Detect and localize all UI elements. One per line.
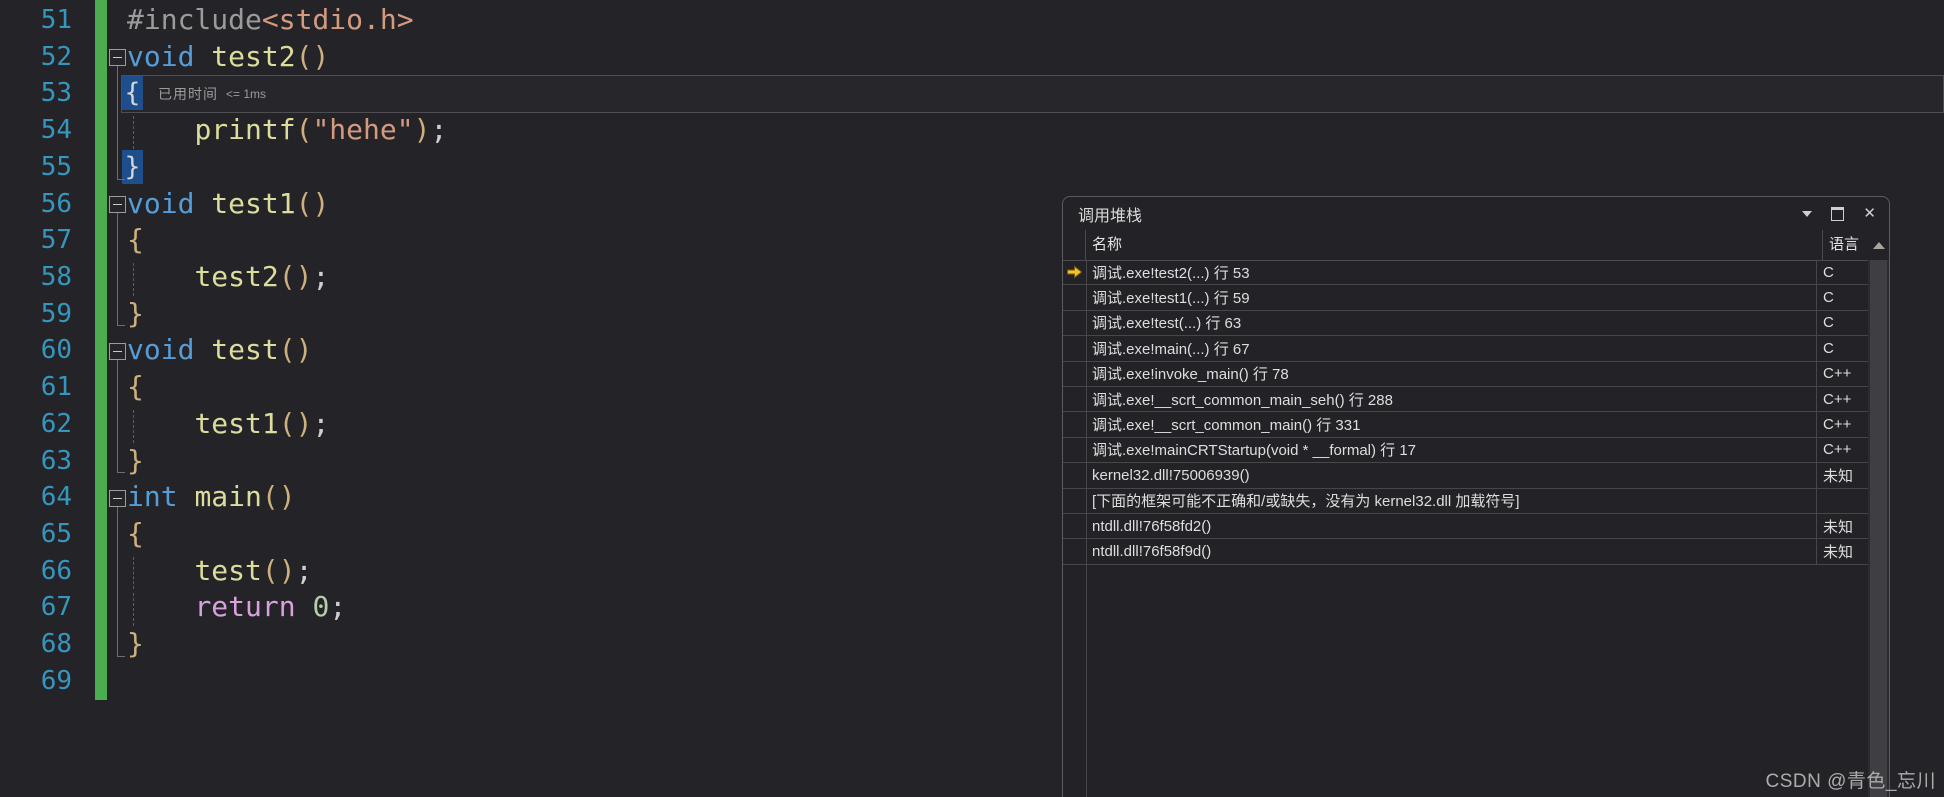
- frame-name[interactable]: 调试.exe!__scrt_common_main() 行 331: [1086, 412, 1816, 436]
- frame-indicator-cell: [1063, 539, 1086, 563]
- fold-guide-line: [117, 213, 118, 325]
- frame-language: C++: [1816, 438, 1868, 462]
- chevron-down-icon[interactable]: [1802, 211, 1812, 217]
- vs-debugger-screen: { "meta": { "watermark": "CSDN @青色_忘川" }…: [0, 0, 1944, 797]
- frame-indicator-cell: [1063, 362, 1086, 386]
- frame-indicator-cell: [1063, 285, 1086, 309]
- frame-name[interactable]: 调试.exe!test(...) 行 63: [1086, 311, 1816, 335]
- frame-name[interactable]: 调试.exe!test1(...) 行 59: [1086, 285, 1816, 309]
- frame-language: C: [1816, 336, 1868, 360]
- frame-name[interactable]: 调试.exe!mainCRTStartup(void * __formal) 行…: [1086, 438, 1816, 462]
- callstack-row-11[interactable]: ntdll.dll!76f58fd2()未知: [1063, 514, 1868, 539]
- callstack-row-3[interactable]: 调试.exe!test(...) 行 63C: [1063, 311, 1868, 336]
- watermark: CSDN @青色_忘川: [1766, 766, 1936, 793]
- frame-name[interactable]: 调试.exe!__scrt_common_main_seh() 行 288: [1086, 387, 1816, 411]
- frame-language: C: [1816, 285, 1868, 309]
- column-header-name[interactable]: 名称: [1086, 230, 1823, 260]
- fold-guide-end-tick: [117, 472, 125, 473]
- callstack-column-headers: 名称 语言: [1063, 230, 1889, 261]
- frame-name[interactable]: [下面的框架可能不正确和/或缺失，没有为 kernel32.dll 加载符号]: [1086, 489, 1816, 513]
- fold-toggle-icon[interactable]: [109, 196, 126, 213]
- frame-indicator-cell: [1063, 489, 1086, 513]
- scroll-up-icon[interactable]: [1873, 242, 1885, 249]
- frame-indicator-cell: [1063, 260, 1086, 284]
- callstack-row-10[interactable]: [下面的框架可能不正确和/或缺失，没有为 kernel32.dll 加载符号]: [1063, 489, 1868, 514]
- callstack-row-5[interactable]: 调试.exe!invoke_main() 行 78C++: [1063, 362, 1868, 387]
- frame-indicator-cell: [1063, 311, 1086, 335]
- column-header-language[interactable]: 语言: [1823, 230, 1868, 260]
- callstack-rows: 调试.exe!test2(...) 行 53C调试.exe!test1(...)…: [1063, 260, 1868, 797]
- frame-language: 未知: [1816, 539, 1868, 563]
- callstack-row-2[interactable]: 调试.exe!test1(...) 行 59C: [1063, 285, 1868, 310]
- scrollbar-thumb[interactable]: [1870, 260, 1887, 797]
- callstack-row-1[interactable]: 调试.exe!test2(...) 行 53C: [1063, 260, 1868, 285]
- frame-language: 未知: [1816, 514, 1868, 538]
- callstack-row-6[interactable]: 调试.exe!__scrt_common_main_seh() 行 288C++: [1063, 387, 1868, 412]
- frame-indicator-cell: [1063, 336, 1086, 360]
- frame-indicator-cell: [1063, 412, 1086, 436]
- fold-guide-line: [117, 360, 118, 472]
- frame-name[interactable]: kernel32.dll!75006939(): [1086, 463, 1816, 487]
- frame-indicator-cell: [1063, 438, 1086, 462]
- fold-toggle-icon[interactable]: [109, 490, 126, 507]
- frame-indicator-cell: [1063, 514, 1086, 538]
- fold-guide-line: [117, 507, 118, 656]
- callstack-panel-title: 调用堆栈: [1078, 202, 1802, 226]
- fold-guide-end-tick: [117, 656, 125, 657]
- scrollbar-header-cell[interactable]: [1868, 230, 1889, 260]
- frame-language: C: [1816, 260, 1868, 284]
- fold-toggle-icon[interactable]: [109, 49, 126, 66]
- frame-indicator-cell: [1063, 387, 1086, 411]
- frame-language: C++: [1816, 362, 1868, 386]
- fold-toggle-icon[interactable]: [109, 343, 126, 360]
- current-frame-arrow-icon: [1066, 265, 1083, 279]
- frame-indicator-gutter-header: [1063, 230, 1086, 260]
- frame-language: C: [1816, 311, 1868, 335]
- callstack-row-7[interactable]: 调试.exe!__scrt_common_main() 行 331C++: [1063, 412, 1868, 437]
- callstack-row-8[interactable]: 调试.exe!mainCRTStartup(void * __formal) 行…: [1063, 438, 1868, 463]
- frame-name[interactable]: 调试.exe!main(...) 行 67: [1086, 336, 1816, 360]
- fold-guide-end-tick: [117, 325, 125, 326]
- float-window-icon[interactable]: [1831, 207, 1844, 221]
- frame-indicator-cell: [1063, 463, 1086, 487]
- frame-name[interactable]: ntdll.dll!76f58fd2(): [1086, 514, 1816, 538]
- frame-language: C++: [1816, 387, 1868, 411]
- frame-name[interactable]: ntdll.dll!76f58f9d(): [1086, 539, 1816, 563]
- fold-guide-line: [117, 66, 118, 178]
- callstack-row-4[interactable]: 调试.exe!main(...) 行 67C: [1063, 336, 1868, 361]
- callstack-titlebar[interactable]: 调用堆栈 ✕: [1063, 197, 1889, 230]
- fold-guide-end-tick: [117, 179, 125, 180]
- frame-language: 未知: [1816, 463, 1868, 487]
- frame-language: C++: [1816, 412, 1868, 436]
- close-icon[interactable]: ✕: [1863, 206, 1876, 221]
- frame-name[interactable]: 调试.exe!invoke_main() 行 78: [1086, 362, 1816, 386]
- callstack-scrollbar[interactable]: [1868, 260, 1889, 797]
- callstack-row-12[interactable]: ntdll.dll!76f58f9d()未知: [1063, 539, 1868, 564]
- callstack-panel: 调用堆栈 ✕ 名称 语言 调试.exe!test2(...) 行 53C调试.e…: [1062, 196, 1890, 797]
- frame-language: [1816, 489, 1868, 513]
- callstack-row-9[interactable]: kernel32.dll!75006939()未知: [1063, 463, 1868, 488]
- frame-name[interactable]: 调试.exe!test2(...) 行 53: [1086, 260, 1816, 284]
